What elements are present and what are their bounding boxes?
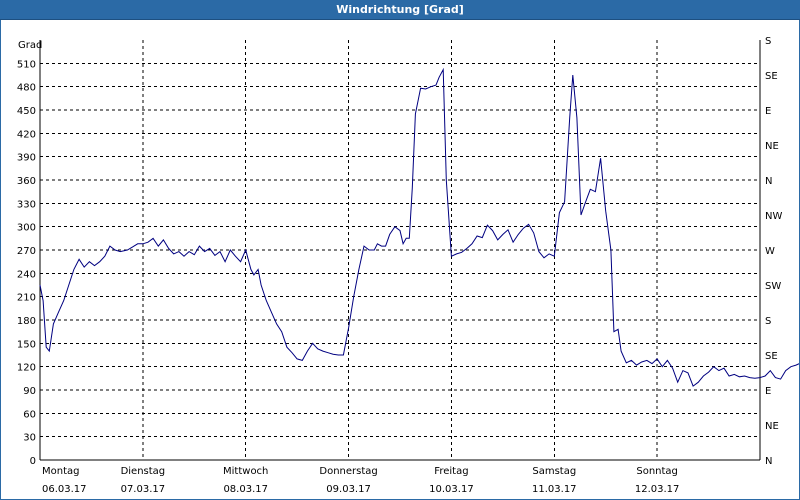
y-tick-label: 150 <box>17 339 36 350</box>
x-tick-date: 07.03.17 <box>121 484 166 495</box>
y-tick-label: 30 <box>23 433 36 444</box>
y2-axis-labels: N NE E SE S SW W NW N NE E SE S <box>765 36 782 467</box>
y2-tick-label: NE <box>765 141 779 152</box>
y2-tick-label: N <box>765 456 772 467</box>
grid <box>40 40 760 460</box>
x-tick-day: Freitag <box>434 466 468 477</box>
y-tick-label: 360 <box>17 176 36 187</box>
y2-tick-label: SE <box>765 71 778 82</box>
y2-tick-label: NE <box>765 421 779 432</box>
series-group <box>39 67 800 387</box>
x-tick-day: Mittwoch <box>223 466 268 477</box>
y-axis-label: Grad <box>18 40 42 51</box>
y-tick-label: 510 <box>17 59 36 70</box>
x-tick-date: 06.03.17 <box>42 484 87 495</box>
y-tick-label: 330 <box>17 199 36 210</box>
x-tick-date: 08.03.17 <box>223 484 268 495</box>
x-tick-date: 09.03.17 <box>326 484 371 495</box>
x-axis-labels: Montag 06.03.17 Dienstag 07.03.17 Mittwoch 08… <box>42 466 679 495</box>
x-tick-date: 11.03.17 <box>532 484 577 495</box>
y2-tick-label: W <box>765 246 775 257</box>
y-tick-label: 420 <box>17 129 36 140</box>
x-tick-day: Montag <box>42 466 79 477</box>
x-tick-day: Samstag <box>532 466 576 477</box>
y2-tick-label: S <box>765 316 771 327</box>
y-tick-label: 120 <box>17 363 36 374</box>
y2-tick-label: S <box>765 36 771 47</box>
y-tick-label: 270 <box>17 246 36 257</box>
chart-title: Windrichtung [Grad] <box>336 3 464 16</box>
y-tick-label: 60 <box>23 409 36 420</box>
y-tick-label: 480 <box>17 83 36 94</box>
y2-tick-label: NW <box>765 211 782 222</box>
y2-tick-label: SE <box>765 351 778 362</box>
y-tick-label: 180 <box>17 316 36 327</box>
chart-title-bar: Windrichtung [Grad] <box>0 0 800 20</box>
series-line <box>39 67 800 387</box>
y2-tick-label: N <box>765 176 772 187</box>
y2-tick-label: SW <box>765 281 781 292</box>
y-tick-label: 0 <box>30 456 36 467</box>
y-tick-label: 210 <box>17 293 36 304</box>
y2-tick-label: E <box>765 386 771 397</box>
x-tick-day: Donnerstag <box>319 466 377 477</box>
y-axis-labels: 0 30 60 90 120 150 180 210 240 270 300 330 360 390 420… <box>17 59 36 467</box>
x-tick-date: 10.03.17 <box>429 484 474 495</box>
x-tick-date: 12.03.17 <box>635 484 680 495</box>
y-tick-label: 390 <box>17 153 36 164</box>
y-tick-label: 90 <box>23 386 36 397</box>
y-tick-label: 240 <box>17 269 36 280</box>
line-chart: 0 30 60 90 120 150 180 210 240 270 300 330 360 390 420… <box>17 36 800 495</box>
y-tick-label: 450 <box>17 106 36 117</box>
x-tick-day: Sonntag <box>636 466 678 477</box>
y2-tick-label: E <box>765 106 771 117</box>
x-tick-day: Dienstag <box>121 466 166 477</box>
y-tick-label: 300 <box>17 223 36 234</box>
